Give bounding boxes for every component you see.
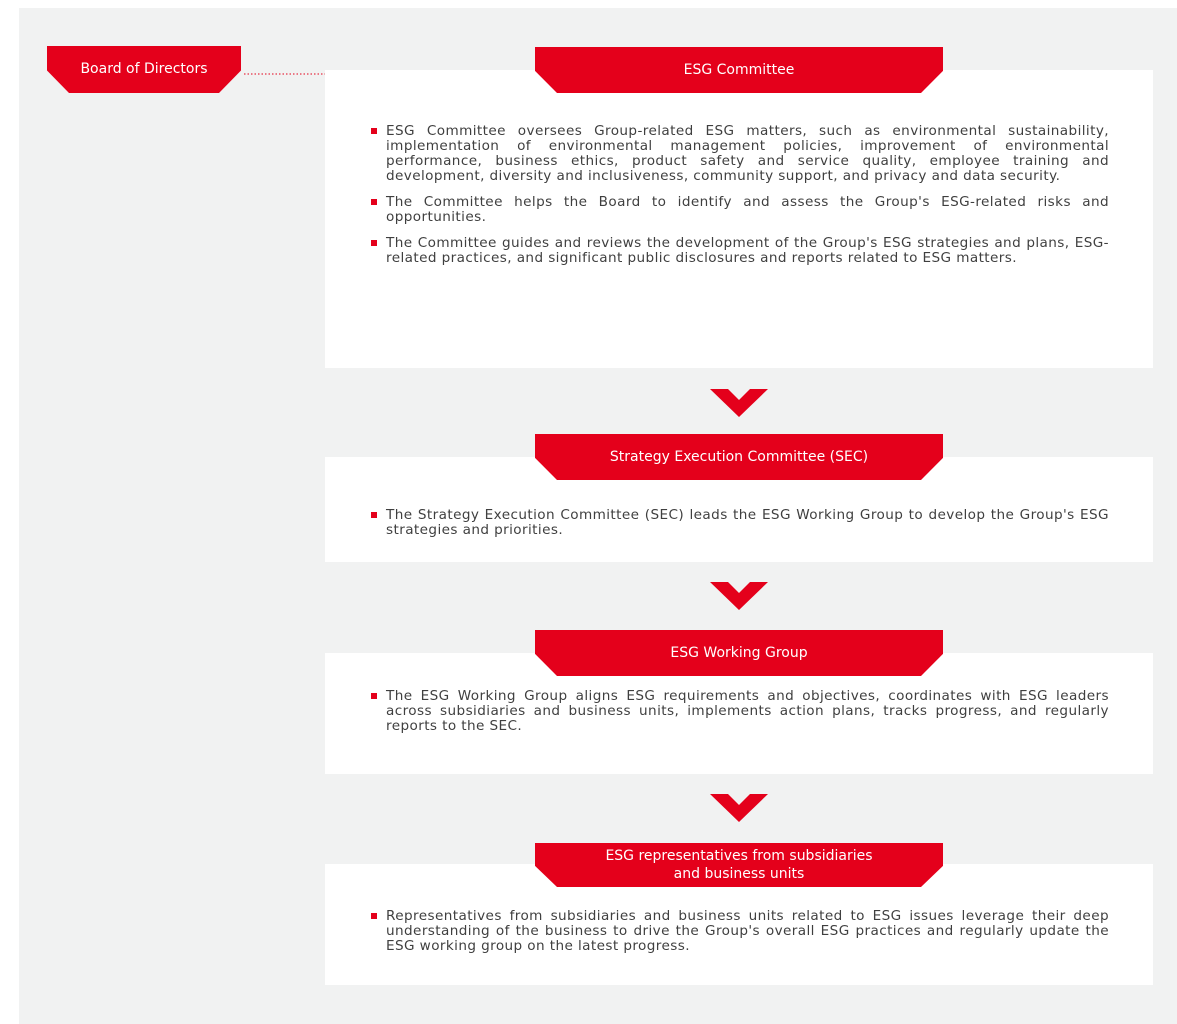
sec-title: Strategy Execution Committee (SEC): [609, 449, 869, 465]
chevron-down-icon: [710, 582, 768, 610]
board-of-directors-label: Board of Directors: [80, 60, 208, 77]
esg-committee-card: ESG Committee oversees Group-related ESG…: [325, 70, 1153, 368]
list-item: The Committee guides and reviews the dev…: [371, 236, 1109, 266]
esg-committee-title: ESG Committee: [683, 62, 795, 78]
sec-banner: Strategy Execution Committee (SEC): [535, 434, 943, 480]
representatives-title-line2: and business units: [673, 866, 805, 882]
bullet-square-icon: [371, 913, 377, 919]
working-group-title: ESG Working Group: [670, 645, 808, 661]
bullet-square-icon: [371, 199, 377, 205]
esg-committee-banner: ESG Committee: [535, 47, 943, 93]
list-item: The Strategy Execution Committee (SEC) l…: [371, 508, 1109, 538]
bullet-square-icon: [371, 240, 377, 246]
representatives-title-line1: ESG representatives from subsidiaries: [605, 848, 873, 864]
chevron-down-icon: [710, 794, 768, 822]
representatives-banner: ESG representatives from subsidiaries an…: [535, 843, 943, 887]
sec-bullets: The Strategy Execution Committee (SEC) l…: [371, 508, 1109, 549]
working-group-bullets: The ESG Working Group aligns ESG require…: [371, 689, 1109, 745]
bullet-square-icon: [371, 693, 377, 699]
list-item: The ESG Working Group aligns ESG require…: [371, 689, 1109, 734]
list-item: ESG Committee oversees Group-related ESG…: [371, 124, 1109, 184]
board-of-directors-banner: Board of Directors: [47, 46, 241, 93]
representatives-bullets: Representatives from subsidiaries and bu…: [371, 909, 1109, 965]
esg-committee-bullets: ESG Committee oversees Group-related ESG…: [371, 124, 1109, 277]
working-group-banner: ESG Working Group: [535, 630, 943, 676]
chevron-down-icon: [710, 389, 768, 417]
list-item: Representatives from subsidiaries and bu…: [371, 909, 1109, 954]
list-item: The Committee helps the Board to identif…: [371, 195, 1109, 225]
bullet-square-icon: [371, 128, 377, 134]
bullet-square-icon: [371, 512, 377, 518]
